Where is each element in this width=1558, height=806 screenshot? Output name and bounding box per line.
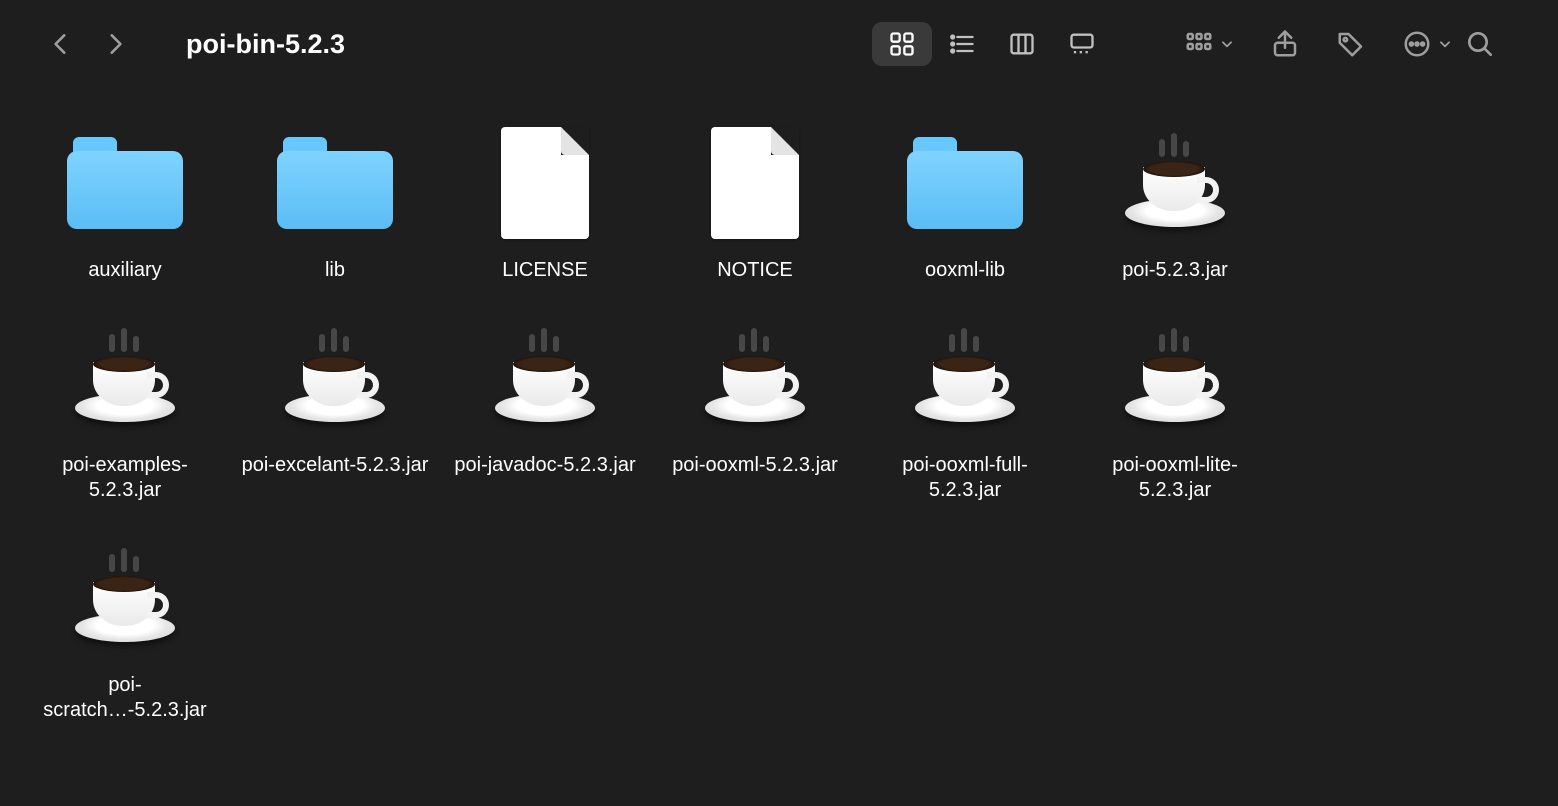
file-label: poi-examples-5.2.3.jar — [30, 453, 220, 503]
view-switcher — [872, 22, 1112, 66]
file-label: auxiliary — [88, 258, 161, 283]
file-grid: auxiliary lib LICENSE NOTICE ooxml-lib poi-5.… — [20, 118, 1538, 723]
view-list-button[interactable] — [932, 22, 992, 66]
file-label: poi-excelant-5.2.3.jar — [242, 453, 429, 478]
file-label: lib — [325, 258, 345, 283]
file-item[interactable]: lib — [230, 118, 440, 283]
window-title: poi-bin-5.2.3 — [186, 29, 345, 60]
file-label: poi-5.2.3.jar — [1122, 258, 1228, 283]
file-item[interactable]: poi-ooxml-5.2.3.jar — [650, 313, 860, 503]
view-icons-button[interactable] — [872, 22, 932, 66]
file-item[interactable]: poi-excelant-5.2.3.jar — [230, 313, 440, 503]
file-area: auxiliary lib LICENSE NOTICE ooxml-lib poi-5.… — [0, 88, 1558, 743]
file-item[interactable]: poi-examples-5.2.3.jar — [20, 313, 230, 503]
file-label: poi-scratch…-5.2.3.jar — [30, 673, 220, 723]
chevron-down-icon — [1438, 37, 1452, 51]
file-item[interactable]: poi-javadoc-5.2.3.jar — [440, 313, 650, 503]
file-item[interactable]: poi-ooxml-full-5.2.3.jar — [860, 313, 1070, 503]
view-columns-button[interactable] — [992, 22, 1052, 66]
document-icon — [501, 127, 589, 239]
file-item[interactable]: poi-5.2.3.jar — [1070, 118, 1280, 283]
chevron-down-icon — [1220, 37, 1234, 51]
jar-icon — [1115, 328, 1235, 428]
file-item[interactable]: NOTICE — [650, 118, 860, 283]
file-item[interactable]: LICENSE — [440, 118, 650, 283]
jar-icon — [905, 328, 1025, 428]
group-by-button[interactable] — [1184, 29, 1234, 59]
search-button[interactable] — [1464, 28, 1496, 60]
share-button[interactable] — [1270, 29, 1300, 59]
jar-icon — [65, 548, 185, 648]
document-icon — [711, 127, 799, 239]
file-label: NOTICE — [717, 258, 793, 283]
jar-icon — [275, 328, 395, 428]
jar-icon — [1115, 133, 1235, 233]
folder-icon — [277, 137, 393, 229]
file-item[interactable]: ooxml-lib — [860, 118, 1070, 283]
jar-icon — [695, 328, 815, 428]
file-label: poi-ooxml-full-5.2.3.jar — [870, 453, 1060, 503]
file-item[interactable]: poi-ooxml-lite-5.2.3.jar — [1070, 313, 1280, 503]
toolbar: poi-bin-5.2.3 — [0, 0, 1558, 88]
toolbar-right — [1184, 29, 1452, 59]
file-label: poi-ooxml-lite-5.2.3.jar — [1080, 453, 1270, 503]
jar-icon — [485, 328, 605, 428]
file-label: poi-ooxml-5.2.3.jar — [672, 453, 838, 478]
file-label: poi-javadoc-5.2.3.jar — [454, 453, 635, 478]
back-button[interactable] — [48, 31, 74, 57]
file-label: LICENSE — [502, 258, 588, 283]
folder-icon — [907, 137, 1023, 229]
nav-group — [48, 31, 128, 57]
tags-button[interactable] — [1336, 29, 1366, 59]
file-item[interactable]: auxiliary — [20, 118, 230, 283]
actions-button[interactable] — [1402, 29, 1452, 59]
forward-button[interactable] — [102, 31, 128, 57]
file-item[interactable]: poi-scratch…-5.2.3.jar — [20, 533, 230, 723]
folder-icon — [67, 137, 183, 229]
view-gallery-button[interactable] — [1052, 22, 1112, 66]
jar-icon — [65, 328, 185, 428]
file-label: ooxml-lib — [925, 258, 1005, 283]
